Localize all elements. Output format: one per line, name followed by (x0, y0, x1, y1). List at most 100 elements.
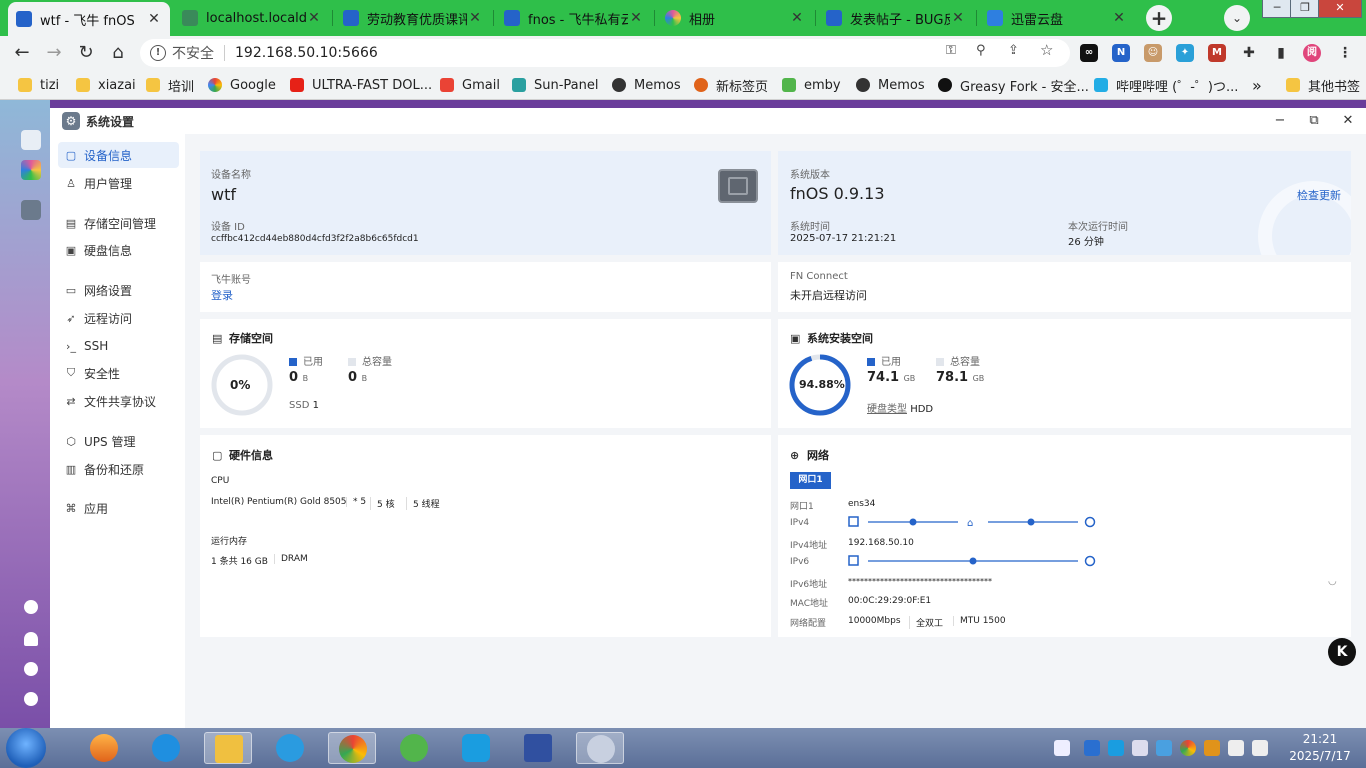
warning-icon[interactable]: ! (150, 45, 166, 61)
bookmark-memos[interactable]: Memos (856, 76, 925, 94)
start-button[interactable] (6, 728, 46, 768)
tab-thunder-cloud[interactable]: 迅雷云盘 ✕ (979, 4, 1135, 32)
bell-icon[interactable] (24, 632, 38, 646)
disk-type-link[interactable]: 硬盘类型 (867, 404, 907, 415)
tray-icon[interactable] (1228, 740, 1244, 756)
tray-icon[interactable] (1054, 740, 1070, 756)
taskbar-app[interactable] (266, 732, 314, 764)
nav-file-sharing[interactable]: ⇄ 文件共享协议 (58, 388, 179, 414)
tray-icon[interactable] (1108, 740, 1124, 756)
tab-search-button[interactable]: ⌄ (1224, 5, 1250, 31)
extension-icon[interactable]: ∞ (1080, 44, 1098, 62)
tab-album[interactable]: 相册 ✕ (657, 4, 813, 32)
clock[interactable]: 21:21 2025/7/17 (1280, 731, 1360, 765)
port-tab[interactable]: 网口1 (790, 472, 831, 489)
tab-labor-edu[interactable]: 劳动教育优质课评 ✕ (335, 4, 491, 32)
maximize-button[interactable]: ⧉ (1304, 112, 1324, 130)
window-minimize-button[interactable]: ─ (1262, 0, 1292, 18)
bookmark-memos[interactable]: Memos (612, 76, 681, 94)
bookmark-greasyfork[interactable]: Greasy Fork - 安全... (938, 76, 1089, 95)
home-icon[interactable]: ⌂ (106, 41, 130, 65)
bookmark-newtab[interactable]: 新标签页 (694, 76, 768, 95)
nav-ups[interactable]: ⬡ UPS 管理 (58, 428, 179, 454)
extensions-puzzle-icon[interactable]: ✚ (1240, 44, 1258, 62)
new-tab-button[interactable]: + (1146, 5, 1172, 31)
bookmark-gmail[interactable]: Gmail (440, 76, 500, 94)
monitor-icon[interactable] (21, 130, 41, 150)
taskbar-app[interactable] (204, 732, 252, 764)
nav-user-management[interactable]: ♙ 用户管理 (58, 170, 179, 196)
bookmark-star-icon[interactable]: ☆ (1040, 41, 1053, 59)
close-icon[interactable]: ✕ (789, 10, 805, 26)
taskbar-app[interactable] (328, 732, 376, 764)
taskbar-app[interactable] (142, 732, 190, 764)
extension-icon[interactable]: ✦ (1176, 44, 1194, 62)
nav-storage-management[interactable]: ▤ 存储空间管理 (58, 210, 179, 236)
close-icon[interactable]: ✕ (467, 10, 483, 26)
share-icon[interactable]: ⇪ (1008, 43, 1019, 58)
nav-security[interactable]: ⛉ 安全性 (58, 360, 179, 386)
extension-icon[interactable]: M (1208, 44, 1226, 62)
volume-icon[interactable] (1132, 740, 1148, 756)
reload-icon[interactable]: ↻ (74, 41, 98, 65)
app-center-icon[interactable] (21, 160, 41, 180)
bookmark-bilibili[interactable]: 哔哩哔哩 (゜-゜)つ... (1094, 76, 1238, 95)
tray-icon[interactable] (1084, 740, 1100, 756)
profile-avatar[interactable]: 阅 (1303, 44, 1321, 62)
window-titlebar[interactable]: ⚙ 系统设置 − ⧉ ✕ (50, 108, 1366, 134)
side-panel-icon[interactable]: ▮ (1272, 44, 1290, 62)
nav-remote-access[interactable]: ➶ 远程访问 (58, 305, 179, 331)
window-maximize-button[interactable]: ❐ (1290, 0, 1320, 18)
zoom-icon[interactable]: ⚲ (976, 43, 986, 58)
close-button[interactable]: ✕ (1338, 112, 1358, 130)
network-tray-icon[interactable] (1252, 740, 1268, 756)
close-icon[interactable]: ✕ (628, 10, 644, 26)
taskbar-app[interactable] (576, 732, 624, 764)
back-icon[interactable]: ← (10, 41, 34, 65)
nav-ssh[interactable]: ›_ SSH (58, 333, 179, 359)
nav-disk-info[interactable]: ▣ 硬盘信息 (58, 237, 179, 263)
taskbar-app[interactable] (452, 732, 500, 764)
bookmark-google[interactable]: Google (208, 76, 276, 94)
close-icon[interactable]: ✕ (950, 10, 966, 26)
taskbar-app[interactable] (80, 732, 128, 764)
nav-apps[interactable]: ⌘ 应用 (58, 495, 179, 521)
tab-bug-post[interactable]: 发表帖子 - BUG反 ✕ (818, 4, 974, 32)
other-bookmarks[interactable]: 其他书签 (1286, 76, 1360, 95)
bookmarks-more-button[interactable]: » (1252, 76, 1262, 95)
settings-dock-icon[interactable] (21, 200, 41, 220)
address-bar[interactable]: ! 不安全 192.168.50.10:5666 (140, 39, 1070, 67)
user-icon[interactable] (24, 662, 38, 676)
assistant-icon[interactable]: K (1328, 638, 1356, 666)
chrome-tray-icon[interactable] (1180, 740, 1196, 756)
extension-icon[interactable]: ☺ (1144, 44, 1162, 62)
taskbar-app[interactable] (390, 732, 438, 764)
window-close-button[interactable]: ✕ (1318, 0, 1362, 18)
bookmark-folder[interactable]: xiazai (76, 76, 136, 94)
nav-device-info[interactable]: ▢ 设备信息 (58, 142, 179, 168)
close-icon[interactable]: ✕ (146, 11, 162, 27)
close-icon[interactable]: ✕ (306, 10, 322, 26)
check-update-link[interactable]: 检查更新 (1297, 187, 1341, 203)
bookmark-emby[interactable]: emby (782, 76, 841, 94)
close-icon[interactable]: ✕ (1111, 10, 1127, 26)
key-icon[interactable]: ⚿ (946, 43, 956, 58)
tray-icon[interactable] (1204, 740, 1220, 756)
bookmark-folder[interactable]: 培训 (146, 76, 194, 95)
bookmark-folder[interactable]: tizi (18, 76, 59, 94)
expand-icon[interactable]: ◡ (1328, 576, 1337, 587)
gear-icon[interactable] (24, 692, 38, 706)
minimize-button[interactable]: − (1270, 112, 1290, 130)
nav-backup-restore[interactable]: ▥ 备份和还原 (58, 456, 179, 482)
taskbar-app[interactable] (514, 732, 562, 764)
status-icon[interactable] (24, 600, 38, 614)
menu-icon[interactable]: ⋮ (1336, 44, 1354, 62)
bookmark-sun-panel[interactable]: Sun-Panel (512, 76, 599, 94)
tray-icon[interactable] (1156, 740, 1172, 756)
url-text[interactable]: 192.168.50.10:5666 (235, 45, 378, 61)
tab-fnos-cloud[interactable]: fnos - 飞牛私有云 ✕ (496, 4, 652, 32)
login-link[interactable]: 登录 (211, 287, 233, 303)
bookmark-youtube[interactable]: ULTRA-FAST DOL... (290, 76, 432, 94)
forward-icon[interactable]: → (42, 41, 66, 65)
tab-fnos[interactable]: wtf - 飞牛 fnOS ✕ (8, 2, 170, 36)
